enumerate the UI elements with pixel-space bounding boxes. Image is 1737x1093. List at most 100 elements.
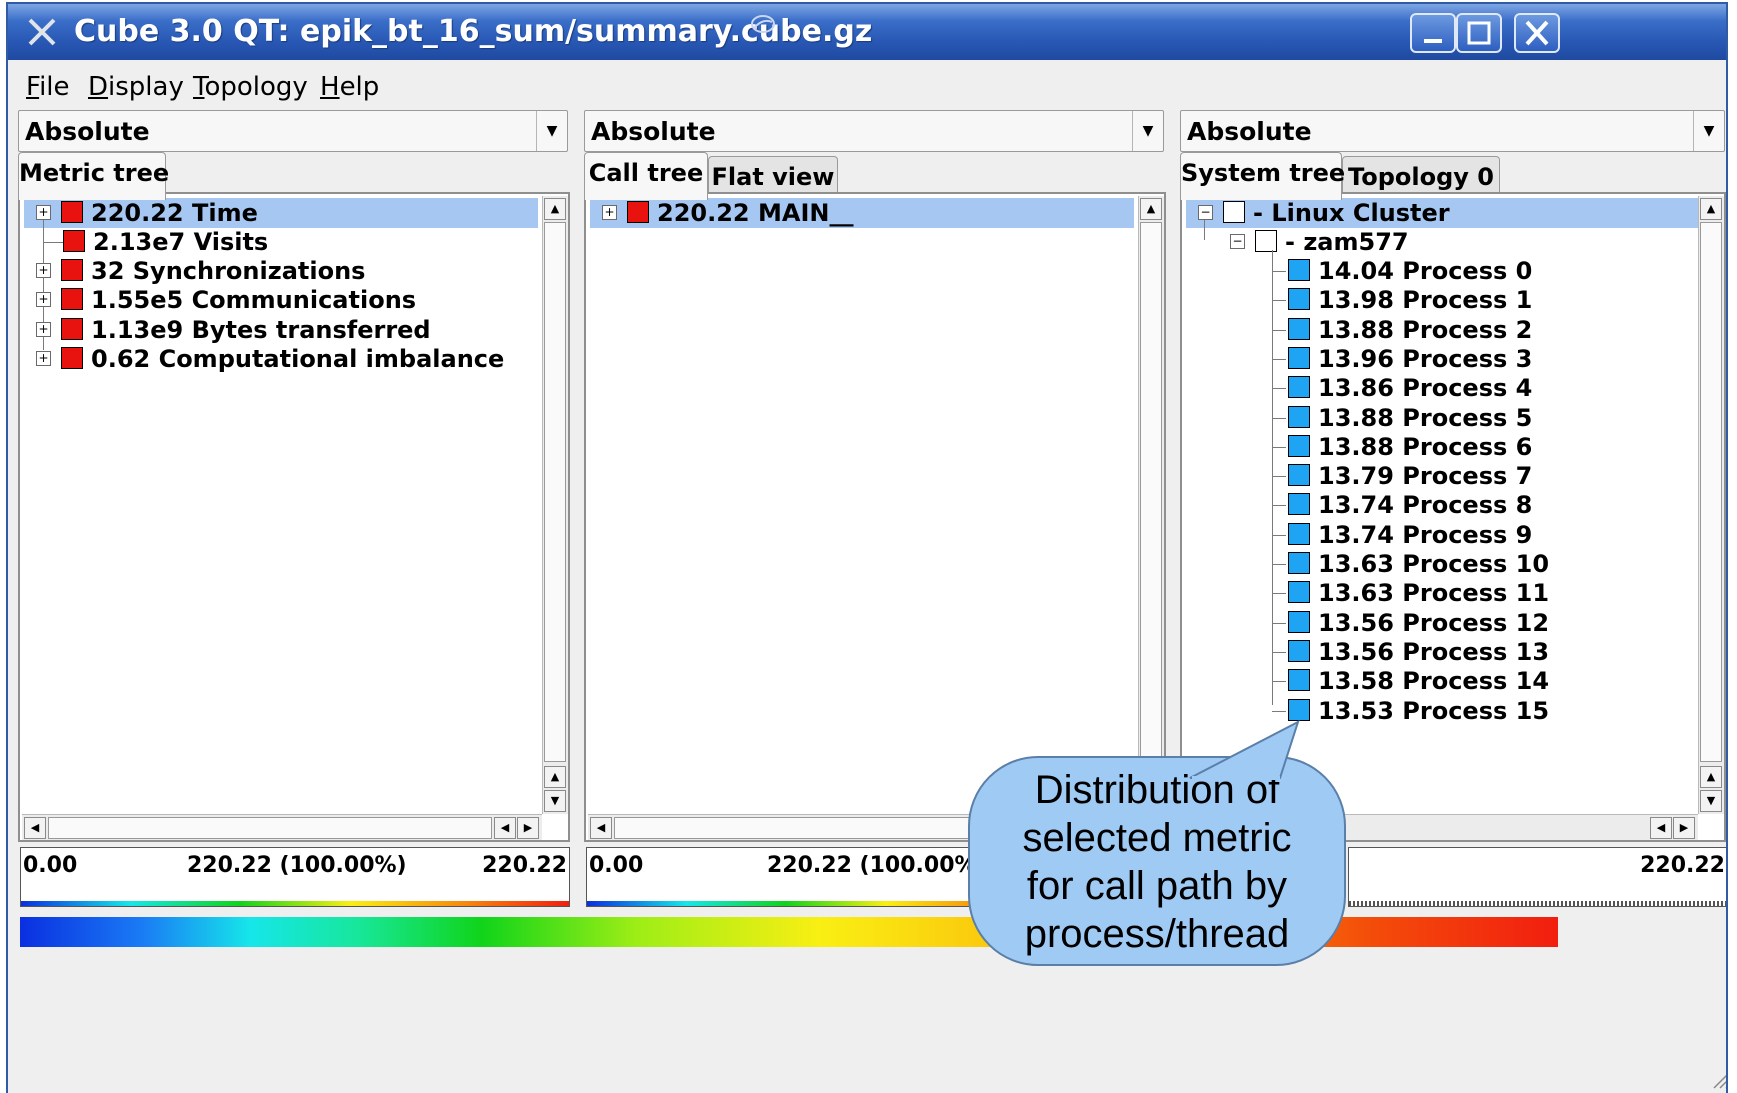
scroll-right-icon[interactable]: ▶ — [1673, 817, 1695, 839]
resize-grip-icon[interactable] — [1710, 1070, 1728, 1090]
process-row[interactable]: 13.96 Process 3 — [1288, 344, 1532, 374]
close-button[interactable] — [1514, 13, 1560, 53]
metric-horizontal-scrollbar[interactable]: ◀ ◀ ▶ — [22, 814, 542, 840]
minimize-icon — [1424, 39, 1442, 43]
expand-icon[interactable]: + — [602, 204, 617, 220]
minimize-button[interactable] — [1410, 13, 1456, 53]
process-row[interactable]: 13.56 Process 13 — [1288, 637, 1549, 667]
process-row[interactable]: 13.79 Process 7 — [1288, 461, 1532, 491]
maximize-button[interactable] — [1456, 13, 1502, 53]
process-row[interactable]: 13.86 Process 4 — [1288, 373, 1532, 403]
expand-icon[interactable]: + — [36, 262, 51, 278]
call-row-main[interactable]: +220.22 MAIN__ — [590, 198, 1134, 228]
process-row[interactable]: 13.74 Process 8 — [1288, 490, 1532, 520]
metric-row-visits[interactable]: 2.13e7 Visits — [24, 227, 268, 257]
metric-row-communications[interactable]: +1.55e5 Communications — [24, 285, 416, 315]
process-color-icon — [1288, 581, 1310, 604]
process-row[interactable]: 13.63 Process 10 — [1288, 549, 1549, 579]
process-value: 13.86 — [1318, 374, 1394, 403]
metric-row-imbalance[interactable]: +0.62 Computational imbalance — [24, 344, 504, 374]
process-label: Process 15 — [1402, 696, 1550, 725]
process-label: Process 1 — [1402, 286, 1533, 315]
tree-line — [1272, 476, 1286, 478]
tree-line — [1272, 564, 1286, 565]
process-row[interactable]: 13.74 Process 9 — [1288, 520, 1532, 550]
scroll-up-icon[interactable]: ▲ — [1700, 766, 1722, 788]
expand-icon[interactable]: + — [36, 350, 51, 366]
process-value: 13.79 — [1318, 462, 1394, 491]
metric-color-icon — [61, 201, 83, 223]
process-row[interactable]: 13.98 Process 1 — [1288, 285, 1532, 315]
chevron-down-icon[interactable]: ▼ — [1693, 111, 1724, 151]
tab-system-tree[interactable]: System tree — [1180, 152, 1345, 200]
call-vertical-scrollbar[interactable]: ▲ — [1138, 196, 1164, 814]
scroll-thumb[interactable] — [544, 222, 566, 762]
process-color-icon — [1288, 610, 1310, 633]
scroll-left-icon[interactable]: ◀ — [494, 817, 516, 839]
chevron-down-icon[interactable]: ▼ — [536, 111, 567, 151]
scroll-up-icon[interactable]: ▲ — [544, 198, 566, 220]
scroll-up-icon[interactable]: ▲ — [1700, 198, 1722, 220]
process-row[interactable]: 13.58 Process 14 — [1288, 666, 1549, 696]
scroll-left-icon[interactable]: ◀ — [590, 817, 612, 839]
metric-color-icon — [627, 201, 649, 223]
process-row[interactable]: 13.88 Process 6 — [1288, 432, 1532, 462]
process-row[interactable]: 13.53 Process 15 — [1288, 696, 1549, 726]
tab-call-tree[interactable]: Call tree — [584, 152, 708, 200]
scroll-thumb[interactable] — [1140, 222, 1162, 810]
tree-line — [1272, 417, 1286, 419]
process-row[interactable]: 13.63 Process 11 — [1288, 578, 1549, 608]
tab-flat-view[interactable]: Flat view — [708, 156, 838, 196]
scroll-down-icon[interactable]: ▼ — [544, 790, 566, 812]
call-mode-value: Absolute — [591, 117, 716, 146]
metric-mode-select[interactable]: Absolute ▼ — [18, 110, 568, 152]
process-label: Process 3 — [1402, 344, 1533, 373]
tab-topology-0[interactable]: Topology 0 — [1342, 156, 1500, 196]
process-label: Process 10 — [1402, 550, 1550, 578]
process-value: 13.88 — [1318, 432, 1394, 461]
system-row-cluster[interactable]: − - Linux Cluster — [1186, 198, 1698, 228]
system-mode-select[interactable]: Absolute ▼ — [1180, 110, 1725, 152]
scroll-left-icon[interactable]: ◀ — [24, 817, 46, 839]
metric-row-bytes[interactable]: +1.13e9 Bytes transferred — [24, 315, 431, 345]
metric-row-time[interactable]: +220.22 Time — [24, 198, 538, 228]
metric-row-synchronizations[interactable]: +32 Synchronizations — [24, 256, 365, 286]
menu-help[interactable]: Help — [320, 72, 379, 102]
metric-tree-panel: +220.22 Time 2.13e7 Visits +32 Synchroni… — [18, 192, 570, 842]
scroll-thumb[interactable] — [1700, 222, 1722, 762]
expand-icon[interactable]: + — [36, 291, 51, 307]
tab-metric-tree[interactable]: Metric tree — [18, 152, 169, 200]
call-tree-panel: +220.22 MAIN__ ▲ ◀ — [584, 192, 1166, 842]
process-row[interactable]: 14.04 Process 0 — [1288, 256, 1532, 286]
tree-line — [1272, 651, 1286, 653]
scroll-up-icon[interactable]: ▲ — [544, 766, 566, 788]
scroll-up-icon[interactable]: ▲ — [1140, 198, 1162, 220]
process-label: Process 7 — [1402, 462, 1533, 491]
scroll-thumb[interactable] — [48, 817, 492, 839]
process-value: 13.58 — [1318, 667, 1394, 696]
menu-topology[interactable]: Topology — [193, 72, 308, 102]
scroll-left-icon[interactable]: ◀ — [1650, 817, 1672, 839]
system-row-node[interactable]: − - zam577 — [1218, 227, 1409, 257]
metric-vertical-scrollbar[interactable]: ▲ ▲ ▼ — [542, 196, 568, 814]
process-label: Process 0 — [1402, 257, 1533, 285]
tree-line — [1272, 388, 1286, 390]
system-vertical-scrollbar[interactable]: ▲ ▲ ▼ — [1698, 196, 1724, 814]
process-value: 13.98 — [1318, 286, 1394, 315]
menu-file[interactable]: File — [26, 72, 70, 102]
process-row[interactable]: 13.56 Process 12 — [1288, 608, 1549, 638]
scroll-down-icon[interactable]: ▼ — [1700, 790, 1722, 812]
title-bar[interactable]: Cube 3.0 QT: epik_bt_16_sum/summary.cube… — [8, 4, 1726, 60]
tree-line — [1272, 681, 1286, 683]
process-row[interactable]: 13.88 Process 2 — [1288, 315, 1532, 345]
expand-icon[interactable]: + — [36, 321, 51, 337]
scroll-right-icon[interactable]: ▶ — [517, 817, 539, 839]
chevron-down-icon[interactable]: ▼ — [1132, 111, 1163, 151]
collapse-icon[interactable]: − — [1230, 233, 1245, 249]
collapse-icon[interactable]: − — [1198, 204, 1213, 220]
process-row[interactable]: 13.88 Process 5 — [1288, 403, 1532, 433]
menu-display[interactable]: Display — [88, 72, 184, 102]
expand-icon[interactable]: + — [36, 204, 51, 220]
call-mode-select[interactable]: Absolute ▼ — [584, 110, 1164, 152]
value-gradient — [21, 901, 569, 906]
